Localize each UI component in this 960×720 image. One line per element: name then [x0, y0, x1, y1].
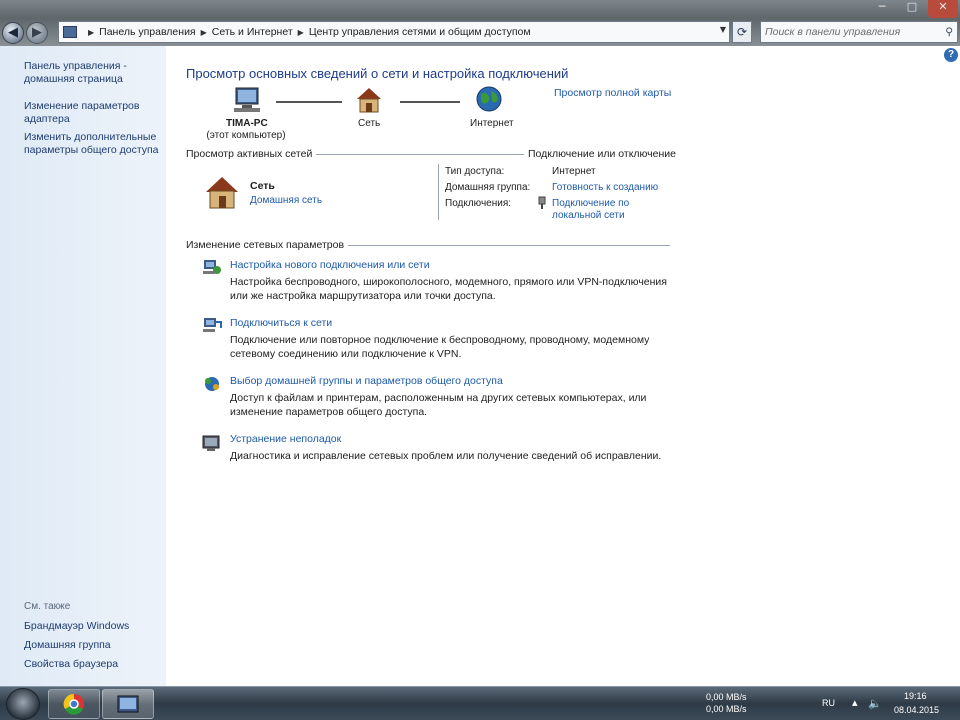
home-network-icon [206, 177, 238, 209]
active-network-name: Сеть [250, 180, 275, 192]
sidebar-link-advanced-sharing[interactable]: Изменить дополнительные параметры общего… [24, 131, 159, 157]
breadcrumb-network-internet[interactable]: Сеть и Интернет [212, 26, 293, 38]
minimize-button[interactable]: ─ [868, 0, 896, 18]
homegroup-sharing-desc: Доступ к файлам и принтерам, расположенн… [230, 391, 646, 419]
troubleshoot-link[interactable]: Устранение неполадок [230, 433, 341, 445]
refresh-button[interactable]: ⟳ [732, 21, 752, 43]
setup-new-connection-link[interactable]: Настройка нового подключения или сети [230, 259, 430, 271]
link-line: Изменение параметров [24, 100, 140, 112]
homegroup-link[interactable]: Готовность к созданию [552, 182, 658, 193]
breadcrumb-chevron-icon[interactable]: ▶ [201, 28, 207, 37]
link-line: локальной сети [552, 210, 625, 221]
map-link-line [276, 101, 342, 103]
taskbar-network-center-button[interactable] [102, 689, 154, 719]
connect-to-network-link[interactable]: Подключиться к сети [230, 317, 332, 329]
network-center-icon [117, 695, 139, 713]
homegroup-sharing-link[interactable]: Выбор домашней группы и параметров общег… [230, 375, 503, 387]
see-also-heading: См. также [24, 601, 71, 612]
connect-to-network-desc: Подключение или повторное подключение к … [230, 333, 649, 361]
net-speed-down: 0,00 MB/s [706, 704, 747, 714]
connect-network-icon [203, 318, 222, 332]
forward-button[interactable]: ▶ [26, 22, 48, 44]
sidebar-link-adapter-settings[interactable]: Изменение параметров адаптера [24, 100, 139, 126]
desc-line: сетевому соединению или подключение к VP… [230, 348, 462, 360]
computer-icon [234, 87, 260, 112]
window-titlebar: ─ □ ✕ ◀ ▶ ▶ Панель управления ▶ Сеть и И… [0, 0, 960, 46]
full-map-link[interactable]: Просмотр полной карты [554, 87, 671, 99]
language-indicator[interactable]: RU [822, 698, 835, 708]
link-line: адаптера [24, 113, 70, 125]
troubleshoot-desc: Диагностика и исправление сетевых пробле… [230, 449, 661, 463]
taskbar-chrome-button[interactable] [48, 689, 100, 719]
breadcrumb-chevron-icon[interactable]: ▶ [298, 28, 304, 37]
back-button[interactable]: ◀ [2, 22, 24, 44]
start-button[interactable] [6, 688, 40, 720]
chrome-icon [63, 693, 84, 715]
address-dropdown-icon[interactable]: ▼ [720, 25, 726, 34]
computer-sub: (этот компьютер) [206, 130, 286, 141]
desc-line: изменение параметров общего доступа. [230, 406, 428, 418]
volume-icon[interactable]: 🔈 [868, 697, 882, 710]
connections-label: Подключения: [445, 198, 512, 209]
breadcrumb-network-center[interactable]: Центр управления сетями и общим доступом [309, 26, 531, 38]
access-type-label: Тип доступа: [445, 166, 505, 177]
network-type-link[interactable]: Домашняя сеть [250, 195, 322, 206]
link-line: Панель управления - [24, 60, 127, 72]
tray-expand-icon[interactable]: ▴ [852, 696, 858, 709]
clock-time[interactable]: 19:16 [904, 691, 927, 701]
desc-line: Подключение или повторное подключение к … [230, 334, 650, 346]
breadcrumb-chevron-icon[interactable]: ▶ [88, 28, 94, 37]
lan-connection-link[interactable]: Подключение по локальной сети [552, 198, 629, 222]
access-type-value: Интернет [552, 166, 596, 177]
troubleshoot-icon [202, 435, 220, 451]
link-line: домашняя страница [24, 73, 123, 85]
search-icon[interactable]: ⚲ [945, 22, 953, 42]
search-input[interactable]: Поиск в панели управления ⚲ [760, 21, 958, 43]
control-panel-icon [63, 26, 77, 38]
help-icon[interactable]: ? [944, 48, 958, 62]
new-connection-icon [203, 260, 221, 274]
link-line: Подключение по [552, 198, 630, 209]
change-settings-header: Изменение сетевых параметров [186, 239, 349, 251]
homegroup-label: Домашняя группа: [445, 182, 531, 193]
vertical-divider [438, 164, 439, 220]
connect-disconnect-link[interactable]: Подключение или отключение [524, 148, 680, 160]
page-title: Просмотр основных сведений о сети и наст… [186, 66, 569, 81]
desc-line: Диагностика и исправление сетевых пробле… [230, 450, 662, 462]
map-link-line [400, 101, 460, 103]
net-speed-up: 0,00 MB/s [706, 692, 747, 702]
close-button[interactable]: ✕ [928, 0, 958, 18]
desc-line: Настройка беспроводного, широкополосного… [230, 276, 667, 288]
maximize-button[interactable]: □ [898, 0, 926, 18]
see-also-homegroup[interactable]: Домашняя группа [24, 639, 111, 652]
link-line: Изменить дополнительные [24, 131, 157, 143]
address-bar[interactable]: ▶ Панель управления ▶ Сеть и Интернет ▶ … [58, 21, 730, 43]
search-placeholder: Поиск в панели управления [765, 26, 901, 38]
ethernet-plug-icon [538, 196, 546, 209]
sidebar-link-control-panel-home[interactable]: Панель управления - домашняя страница [24, 60, 127, 86]
homegroup-sharing-icon [205, 377, 219, 391]
link-line: параметры общего доступа [24, 144, 159, 156]
desc-line: Доступ к файлам и принтерам, расположенн… [230, 392, 647, 404]
see-also-firewall[interactable]: Брандмауэр Windows [24, 620, 129, 633]
sidebar: Панель управления - домашняя страница Из… [0, 46, 166, 686]
desc-line: или же настройка маршрутизатора или точк… [230, 290, 496, 302]
computer-name: TIMA-PC [226, 118, 268, 129]
main-content: ? Просмотр основных сведений о сети и на… [166, 46, 960, 686]
active-networks-header: Просмотр активных сетей [186, 148, 317, 160]
network-label: Сеть [358, 118, 381, 129]
clock-date[interactable]: 08.04.2015 [894, 705, 939, 715]
see-also-browser-properties[interactable]: Свойства браузера [24, 658, 118, 671]
setup-new-connection-desc: Настройка беспроводного, широкополосного… [230, 275, 667, 303]
house-icon [357, 88, 381, 113]
breadcrumb-control-panel[interactable]: Панель управления [99, 26, 195, 38]
taskbar: 0,00 MB/s 0,00 MB/s RU ▴ 🔈 19:16 08.04.2… [0, 686, 960, 720]
internet-label: Интернет [470, 118, 514, 129]
globe-icon [476, 86, 502, 112]
